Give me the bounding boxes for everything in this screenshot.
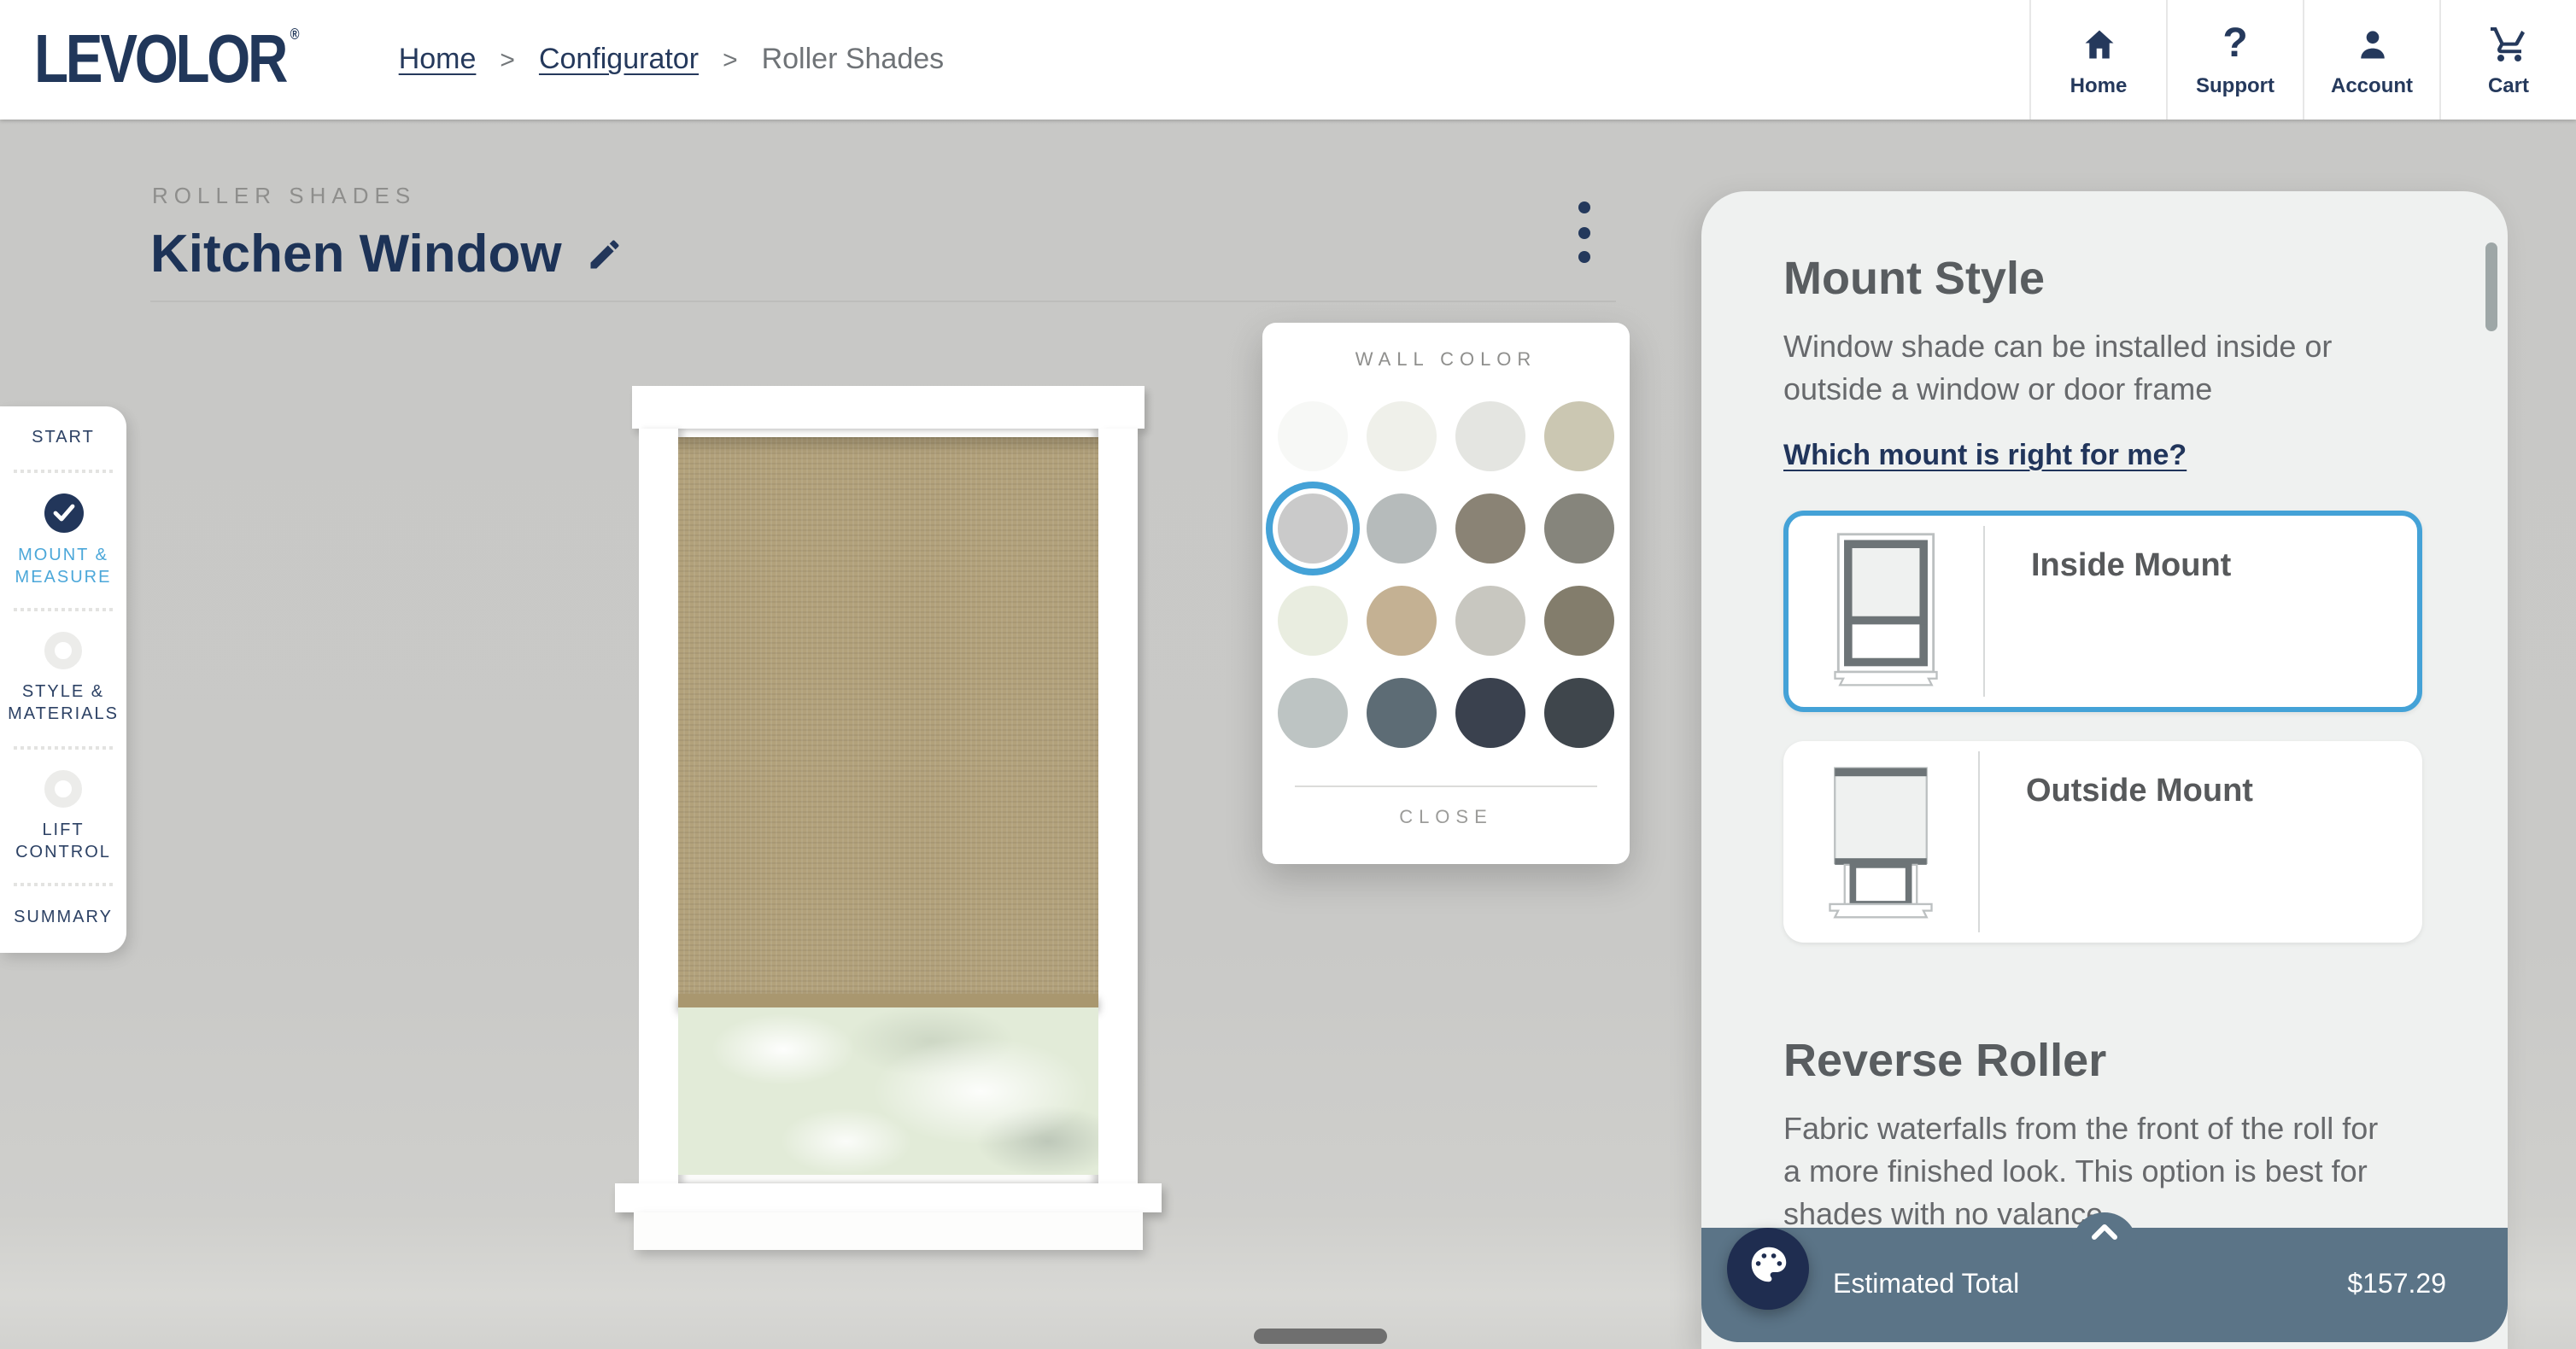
nav-support-button[interactable]: ? Support: [2166, 0, 2303, 120]
mount-style-heading: Mount Style: [1783, 253, 2412, 306]
wall-color-swatch[interactable]: [1544, 678, 1614, 748]
title-divider: [150, 301, 1616, 302]
configurator-page: LEVOLOR® Home > Configurator > Roller Sh…: [0, 0, 2576, 1349]
question-icon: ?: [2222, 23, 2247, 64]
breadcrumb-home[interactable]: Home: [399, 43, 477, 77]
step-lift-control-circle[interactable]: [44, 769, 82, 807]
wall-color-swatch[interactable]: [1455, 401, 1525, 471]
window-left-casing: [639, 429, 678, 1185]
wall-color-close-button[interactable]: CLOSE: [1262, 808, 1630, 828]
wall-color-swatch[interactable]: [1367, 678, 1437, 748]
nav-cart-button[interactable]: Cart: [2439, 0, 2576, 120]
window-apron: [634, 1212, 1143, 1250]
nav-account-button[interactable]: Account: [2303, 0, 2439, 120]
outside-mount-label: Outside Mount: [1980, 741, 2253, 943]
step-style-materials-circle[interactable]: [44, 632, 82, 669]
palette-icon: [1745, 1241, 1791, 1296]
more-options-menu-button[interactable]: [1570, 201, 1597, 263]
person-icon: [2353, 23, 2391, 64]
levolor-logo[interactable]: LEVOLOR®: [34, 21, 285, 98]
wall-color-swatch-grid: [1262, 401, 1630, 748]
top-bar: LEVOLOR® Home > Configurator > Roller Sh…: [0, 0, 2576, 120]
wall-color-swatch[interactable]: [1367, 493, 1437, 564]
wall-color-swatch[interactable]: [1544, 586, 1614, 656]
nav-account-label: Account: [2331, 73, 2413, 96]
panel-scrollbar-thumb[interactable]: [2485, 242, 2497, 331]
mount-help-link[interactable]: Which mount is right for me?: [1783, 439, 2187, 473]
wall-color-swatch[interactable]: [1455, 678, 1525, 748]
breadcrumb-configurator[interactable]: Configurator: [539, 43, 699, 77]
wall-color-palette-button[interactable]: [1727, 1228, 1809, 1310]
estimated-total-label: Estimated Total: [1833, 1270, 2019, 1300]
inside-mount-option[interactable]: Inside Mount: [1783, 511, 2422, 712]
cart-icon: [2488, 23, 2529, 64]
window-sill: [615, 1183, 1162, 1212]
wall-color-swatch[interactable]: [1544, 401, 1614, 471]
breadcrumb: Home > Configurator > Roller Shades: [399, 43, 944, 77]
wall-color-swatch[interactable]: [1278, 678, 1348, 748]
breadcrumb-separator: >: [723, 45, 738, 74]
wall-color-divider: [1295, 785, 1597, 787]
top-nav: Home ? Support Account Cart: [2029, 0, 2576, 120]
window-right-casing: [1098, 429, 1138, 1185]
sidebar-step-start[interactable]: START: [32, 427, 95, 449]
step-divider: [14, 746, 113, 750]
wall-color-popover: WALL COLOR CLOSE: [1262, 323, 1630, 864]
wall-color-title: WALL COLOR: [1262, 350, 1630, 371]
nav-home-label: Home: [2070, 73, 2128, 96]
wall-color-swatch-selected[interactable]: [1278, 493, 1348, 564]
step-divider: [14, 470, 113, 473]
wall-color-swatch[interactable]: [1278, 401, 1348, 471]
category-label: ROLLER SHADES: [152, 183, 416, 208]
step-mount-measure-check[interactable]: [44, 493, 83, 532]
window-preview: [618, 386, 1158, 1250]
estimated-total-bar: Estimated Total $157.29: [1701, 1228, 2508, 1342]
sidebar-step-summary[interactable]: SUMMARY: [14, 907, 113, 929]
window-glass: [678, 1007, 1098, 1175]
window-header-casing: [632, 386, 1145, 429]
reverse-roller-heading: Reverse Roller: [1783, 1035, 2412, 1088]
home-icon: [2080, 23, 2117, 64]
nav-home-button[interactable]: Home: [2029, 0, 2166, 120]
inside-mount-illustration-icon: [1789, 516, 1983, 707]
mount-style-description: Window shade can be installed inside or …: [1783, 326, 2392, 412]
breadcrumb-current: Roller Shades: [762, 43, 945, 77]
outside-mount-option[interactable]: Outside Mount: [1783, 741, 2422, 943]
wall-color-swatch[interactable]: [1278, 586, 1348, 656]
expand-total-button[interactable]: [2072, 1212, 2137, 1277]
outside-mount-illustration-icon: [1783, 741, 1978, 943]
sidebar-step-mount-measure[interactable]: MOUNT & MEASURE: [7, 544, 120, 588]
sidebar-step-style-materials[interactable]: STYLE & MATERIALS: [7, 681, 120, 726]
wall-color-swatch[interactable]: [1455, 586, 1525, 656]
roller-shade-fabric[interactable]: [678, 437, 1098, 1007]
wall-color-swatch[interactable]: [1367, 586, 1437, 656]
nav-support-label: Support: [2196, 73, 2274, 96]
registered-mark: ®: [290, 25, 300, 42]
step-sidebar: START MOUNT & MEASURE STYLE & MATERIALS …: [0, 406, 126, 953]
options-panel: Mount Style Window shade can be installe…: [1701, 191, 2508, 1349]
page-hscrollbar-thumb[interactable]: [1254, 1329, 1387, 1344]
breadcrumb-separator: >: [500, 45, 515, 74]
sidebar-step-lift-control[interactable]: LIFT CONTROL: [7, 819, 120, 863]
wall-color-swatch[interactable]: [1544, 493, 1614, 564]
edit-title-button[interactable]: [586, 236, 624, 273]
step-divider: [14, 884, 113, 887]
wall-color-swatch[interactable]: [1455, 493, 1525, 564]
estimated-total-amount: $157.29: [2347, 1270, 2446, 1300]
wall-color-swatch[interactable]: [1367, 401, 1437, 471]
step-divider: [14, 609, 113, 612]
page-title: Kitchen Window: [150, 224, 562, 285]
inside-mount-label: Inside Mount: [1985, 516, 2231, 707]
window-opening: [678, 429, 1098, 1185]
nav-cart-label: Cart: [2488, 73, 2529, 96]
